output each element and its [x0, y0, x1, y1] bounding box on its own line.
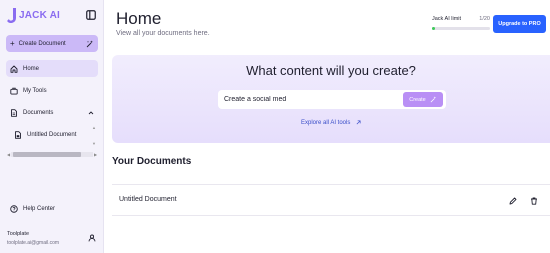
- page-subtitle: View all your documents here.: [116, 30, 210, 37]
- pencil-icon[interactable]: [509, 197, 517, 205]
- brand-name: JACK AI: [19, 10, 61, 21]
- chevron-up-icon[interactable]: [88, 110, 94, 116]
- scrollbar-thumb[interactable]: [13, 151, 81, 157]
- trash-icon[interactable]: [530, 197, 538, 205]
- arrow-up-right-icon: [356, 120, 361, 125]
- prompt-heading: What content will you create?: [246, 63, 416, 78]
- user-icon[interactable]: [88, 234, 96, 242]
- sidebar-item-documents[interactable]: Documents: [6, 104, 98, 121]
- prompt-create-button[interactable]: Create: [403, 92, 443, 107]
- scroll-down-arrow-icon[interactable]: ▼: [92, 142, 96, 146]
- page-title: Home: [116, 9, 162, 28]
- jack-logo-icon: [7, 8, 16, 23]
- table-row[interactable]: Untitled Document: [112, 184, 550, 216]
- sidebar-collapse-icon[interactable]: [86, 10, 96, 20]
- explore-tools-link[interactable]: Explore all AI tools: [112, 120, 550, 126]
- sidebar-item-my-tools[interactable]: My Tools: [6, 82, 98, 99]
- usage-limit: Jack AI limit 1/20: [432, 16, 490, 30]
- sidebar-item-label: Home: [23, 65, 40, 72]
- scrollbar-track[interactable]: [11, 151, 93, 157]
- create-document-label: Create Document: [18, 40, 66, 47]
- briefcase-icon: [10, 87, 18, 95]
- document-name: Untitled Document: [119, 196, 177, 203]
- sidebar-item-label: Untitled Document: [27, 131, 77, 138]
- usage-limit-count: 1/20: [479, 16, 490, 22]
- documents-horizontal-scrollbar[interactable]: ◀ ▶: [6, 151, 98, 157]
- scroll-right-arrow-icon[interactable]: ▶: [93, 152, 98, 157]
- prompt-input-box: Create: [218, 90, 446, 109]
- document-lock-icon: [14, 130, 22, 139]
- usage-progress-fill: [432, 27, 435, 30]
- create-document-button[interactable]: + Create Document: [6, 35, 98, 52]
- upgrade-button[interactable]: Upgrade to PRO: [493, 15, 546, 33]
- sidebar: JACK AI + Create Document Home My Tools …: [0, 0, 104, 253]
- scroll-up-arrow-icon[interactable]: ▲: [92, 126, 96, 130]
- explore-tools-label: Explore all AI tools: [300, 120, 351, 127]
- prompt-create-label: Create: [409, 96, 426, 103]
- plus-icon: +: [10, 38, 15, 48]
- content-prompt-panel: What content will you create? Create Exp…: [112, 55, 550, 143]
- sidebar-item-label: My Tools: [23, 87, 47, 94]
- main-content: Home View all your documents here. Jack …: [104, 0, 550, 253]
- magic-sparkle-icon: [430, 96, 437, 103]
- sidebar-item-home[interactable]: Home: [6, 60, 98, 77]
- documents-vertical-scrollbar[interactable]: ▲ ▼: [92, 126, 96, 146]
- user-profile[interactable]: Toolplate toolplate.ai@gmail.com: [7, 231, 99, 246]
- user-name: Toolplate: [7, 231, 30, 237]
- sidebar-item-label: Documents: [23, 109, 54, 116]
- document-icon: [10, 108, 18, 117]
- user-email: toolplate.ai@gmail.com: [7, 240, 60, 246]
- sidebar-item-help-center[interactable]: Help Center: [6, 200, 98, 217]
- documents-section-title: Your Documents: [112, 156, 192, 167]
- sidebar-item-label: Help Center: [23, 205, 56, 212]
- home-icon: [10, 65, 18, 73]
- usage-progress-bar: [432, 27, 490, 30]
- magic-sparkle-icon: [86, 40, 94, 48]
- sidebar-document-item[interactable]: Untitled Document: [10, 126, 90, 143]
- prompt-input[interactable]: [224, 93, 394, 106]
- brand-logo[interactable]: JACK AI: [7, 8, 60, 23]
- help-circle-icon: [10, 204, 18, 213]
